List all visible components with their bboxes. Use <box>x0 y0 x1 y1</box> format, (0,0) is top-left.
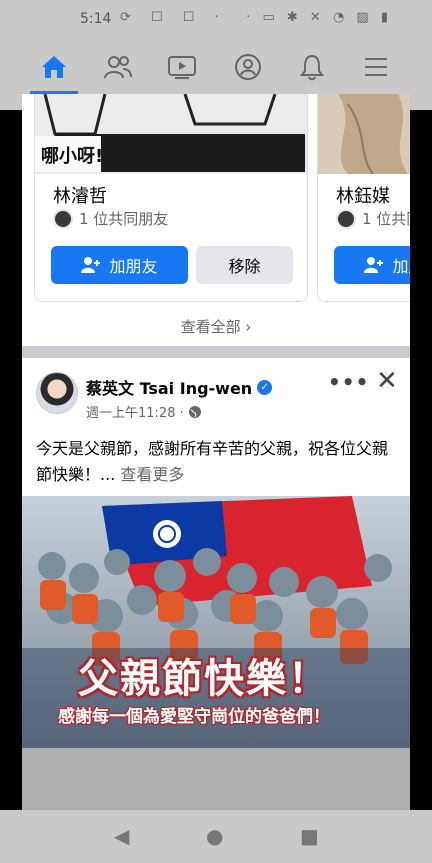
add-friend-icon <box>81 257 101 273</box>
status-left-icons: ⟳ ☐ ☐ · <box>120 10 227 25</box>
add-friend-label: 加朋友 <box>392 257 410 276</box>
post-timestamp[interactable]: 週一上午11:28 · <box>86 402 184 421</box>
post-body: 今天是父親節，感謝所有辛苦的父親，祝各位父親節快樂！... <box>36 439 389 484</box>
post-image[interactable]: 父親節快樂！ 感謝每一個為愛堅守崗位的爸爸們！ <box>22 496 410 748</box>
people-you-may-know: 哪小呀! 林濬哲 1 位共同朋友 加朋友 移除 林鈺媒 1 位共 加 查看全部 … <box>22 94 410 346</box>
app-screen: 5:14 ⟳ ☐ ☐ · · ▭ ✱ ✕ ◔ ▨ ▮ 哪小呀! 林濬哲 1 位共… <box>22 0 410 863</box>
bottom-gray-overlay <box>22 748 410 810</box>
nav-profile[interactable] <box>216 40 280 94</box>
add-friend-button[interactable]: 加朋友 <box>334 246 410 284</box>
nav-watch[interactable] <box>150 40 214 94</box>
suggestion-name[interactable]: 林濬哲 <box>53 182 107 208</box>
top-nav-bar <box>22 40 410 94</box>
mutual-avatar <box>53 208 73 229</box>
add-friend-icon <box>364 257 384 273</box>
nav-home[interactable] <box>22 40 86 94</box>
hamburger-icon <box>365 58 387 76</box>
nav-friends[interactable] <box>86 40 150 94</box>
mutual-friends: 1 位共同朋友 <box>53 208 168 229</box>
post-author-name[interactable]: 蔡英文 Tsai Ing-wen <box>86 375 252 399</box>
video-icon <box>168 56 196 79</box>
friend-suggestion-card[interactable]: 哪小呀! 林濬哲 1 位共同朋友 加朋友 移除 <box>34 94 308 302</box>
status-bar: 5:14 ⟳ ☐ ☐ · · ▭ ✱ ✕ ◔ ▨ ▮ <box>22 0 410 40</box>
post-text: 今天是父親節，感謝所有辛苦的父親，祝各位父親節快樂！... 查看更多 <box>36 436 402 488</box>
remove-label: 移除 <box>228 257 261 276</box>
remove-button[interactable]: 移除 <box>196 246 293 284</box>
left-bezel <box>0 0 22 863</box>
suggestion-photo <box>318 94 410 174</box>
image-subtitle: 感謝每一個為愛堅守崗位的爸爸們！ <box>58 707 330 727</box>
chevron-right-icon: › <box>245 318 252 336</box>
home-icon <box>42 56 66 78</box>
add-friend-button[interactable]: 加朋友 <box>51 246 188 284</box>
status-right-icons: · ▭ ✱ ✕ ◔ ▨ ▮ <box>246 10 392 25</box>
recents-button[interactable]: ■ <box>300 824 319 848</box>
profile-icon <box>235 54 261 80</box>
add-friend-label: 加朋友 <box>109 257 158 276</box>
mutual-friends-text: 1 位共同朋友 <box>79 210 169 228</box>
image-title: 父親節快樂！ <box>78 656 330 702</box>
see-more-link[interactable]: 查看更多 <box>120 465 184 484</box>
post-author[interactable]: 蔡英文 Tsai Ing-wen ✓ <box>86 375 273 399</box>
see-all-link[interactable]: 查看全部 › <box>22 316 410 337</box>
mutual-friends: 1 位共同朋友 <box>336 208 410 229</box>
author-avatar[interactable] <box>36 372 78 414</box>
post-meta: 週一上午11:28 · <box>86 402 202 421</box>
bell-icon <box>300 54 324 81</box>
mutual-avatar <box>336 208 356 229</box>
verified-badge-icon: ✓ <box>257 379 273 395</box>
system-nav-bar: ◀ ● ■ <box>0 810 432 863</box>
feed-divider <box>22 346 410 358</box>
friend-suggestion-card[interactable]: 林鈺媒 1 位共同朋友 加朋友 移除 <box>317 94 410 302</box>
status-time: 5:14 <box>80 11 112 27</box>
more-options-button[interactable]: ••• <box>328 370 369 394</box>
friends-icon <box>104 56 132 79</box>
close-post-button[interactable]: ✕ <box>376 366 398 396</box>
globe-icon <box>188 405 201 418</box>
home-button[interactable]: ● <box>206 824 223 848</box>
mutual-friends-text: 1 位共同朋友 <box>362 210 410 228</box>
suggestion-photo: 哪小呀! <box>35 94 307 174</box>
svg-text:哪小呀!: 哪小呀! <box>41 146 103 167</box>
back-button[interactable]: ◀ <box>114 824 129 848</box>
nav-notifications[interactable] <box>280 40 344 94</box>
see-all-label: 查看全部 <box>180 318 241 336</box>
right-bezel <box>410 0 432 863</box>
nav-menu[interactable] <box>344 40 408 94</box>
suggestion-name[interactable]: 林鈺媒 <box>336 182 390 208</box>
